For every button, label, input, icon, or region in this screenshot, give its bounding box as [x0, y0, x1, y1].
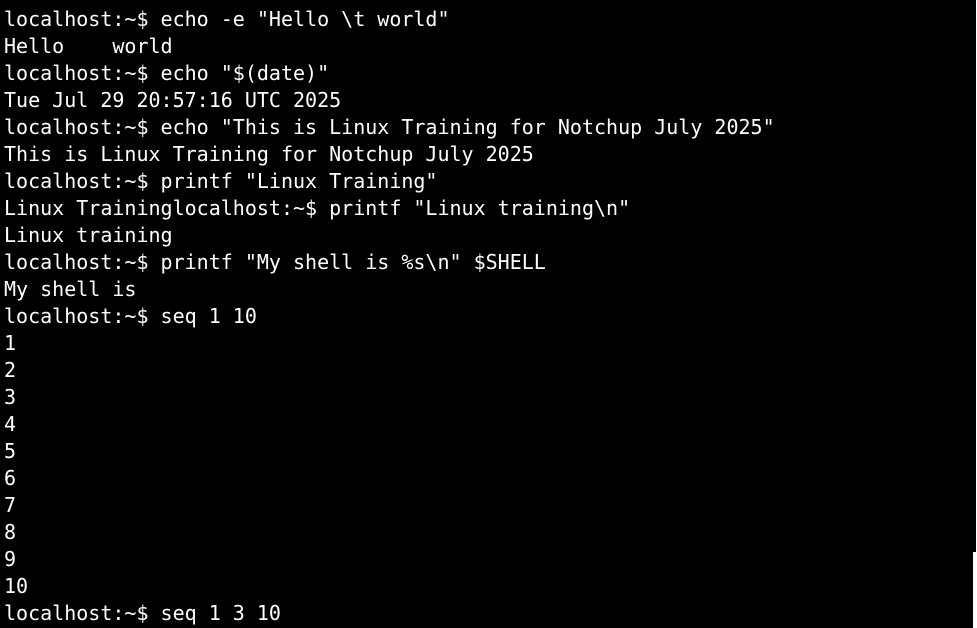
- terminal-line: 5: [4, 439, 17, 463]
- terminal-line: Linux training: [4, 223, 173, 247]
- terminal-line: localhost:~$ seq 1 10: [4, 304, 257, 328]
- terminal-line: 2: [4, 358, 17, 382]
- terminal-line: localhost:~$ echo "This is Linux Trainin…: [4, 115, 775, 139]
- terminal-line: 7: [4, 493, 17, 517]
- terminal-window[interactable]: localhost:~$ echo -e "Hello \t world" He…: [0, 0, 973, 628]
- terminal-current-command[interactable]: localhost:~$ seq 1 3 10: [4, 601, 281, 625]
- terminal-line: localhost:~$ printf "My shell is %s\n" $…: [4, 250, 546, 274]
- terminal-line: 4: [4, 412, 17, 436]
- terminal-prompt-line[interactable]: localhost:~$ seq 1 3 10: [4, 600, 775, 627]
- terminal-line: Hello world: [4, 34, 173, 58]
- terminal-line: localhost:~$ echo -e "Hello \t world": [4, 7, 450, 31]
- terminal-line: localhost:~$ echo "$(date)": [4, 61, 330, 85]
- terminal-line: localhost:~$ printf "Linux Training": [4, 169, 438, 193]
- terminal-line: 10: [4, 574, 29, 598]
- scrollbar-thumb[interactable]: [973, 0, 976, 552]
- terminal-line: Linux Traininglocalhost:~$ printf "Linux…: [4, 196, 631, 220]
- vertical-scrollbar[interactable]: [973, 0, 977, 628]
- terminal-line: 8: [4, 520, 17, 544]
- terminal-line: Tue Jul 29 20:57:16 UTC 2025: [4, 88, 342, 112]
- terminal-line: My shell is: [4, 277, 137, 301]
- terminal-line: 1: [4, 331, 17, 355]
- terminal-line: 3: [4, 385, 17, 409]
- terminal-output: localhost:~$ echo -e "Hello \t world" He…: [4, 6, 775, 627]
- terminal-line: 6: [4, 466, 17, 490]
- terminal-line: 9: [4, 547, 17, 571]
- terminal-line: This is Linux Training for Notchup July …: [4, 142, 534, 166]
